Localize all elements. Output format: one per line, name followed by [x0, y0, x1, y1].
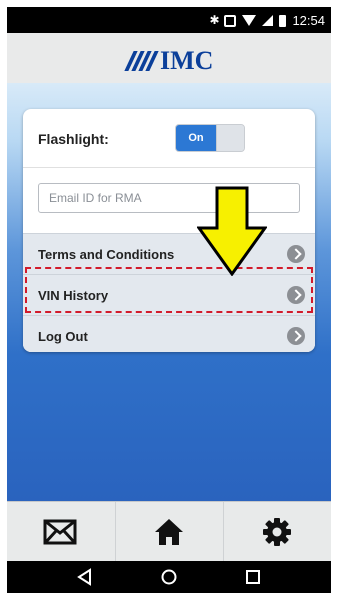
- status-bar: 12:54: [7, 7, 331, 33]
- chevron-right-icon: [287, 286, 305, 304]
- pointer-arrow-icon: [197, 186, 267, 276]
- toggle-on-label: On: [176, 125, 216, 151]
- flashlight-label: Flashlight:: [38, 131, 109, 147]
- wifi-icon: [242, 15, 257, 26]
- tab-mail[interactable]: [7, 502, 113, 562]
- flashlight-row: Flashlight: On: [23, 109, 315, 168]
- logo-text: IMC: [160, 46, 214, 75]
- recents-icon[interactable]: [243, 567, 263, 587]
- tab-settings[interactable]: [223, 502, 330, 562]
- home-nav-icon[interactable]: [159, 567, 179, 587]
- signal-icon: [262, 15, 274, 26]
- menu-item-vin-history[interactable]: VIN History: [23, 274, 315, 315]
- logo-stripes-icon: [124, 51, 159, 71]
- mail-icon: [43, 519, 77, 545]
- menu-item-label: Log Out: [38, 329, 88, 344]
- bluetooth-icon: [209, 13, 219, 27]
- phone-screen: 12:54 IMC Flashlight: On Terms and Condi…: [7, 7, 331, 593]
- menu-item-label: Terms and Conditions: [38, 247, 175, 262]
- tab-home[interactable]: [115, 502, 222, 562]
- menu-item-terms[interactable]: Terms and Conditions: [23, 233, 315, 274]
- home-icon: [155, 519, 183, 545]
- android-nav-bar: [7, 561, 331, 593]
- status-time: 12:54: [292, 13, 325, 28]
- chevron-right-icon: [287, 245, 305, 263]
- vibrate-icon: [224, 14, 237, 27]
- settings-card: Flashlight: On Terms and Conditions VIN …: [23, 109, 315, 352]
- battery-icon: [279, 14, 287, 27]
- menu-item-logout[interactable]: Log Out: [23, 315, 315, 352]
- main-content: Flashlight: On Terms and Conditions VIN …: [7, 83, 331, 501]
- email-field[interactable]: [39, 184, 315, 212]
- toggle-knob: [216, 125, 244, 151]
- imc-logo: IMC: [124, 46, 214, 76]
- flashlight-toggle[interactable]: On: [175, 124, 245, 152]
- back-icon[interactable]: [75, 567, 95, 587]
- gear-icon: [263, 518, 291, 546]
- app-header: IMC: [7, 33, 331, 83]
- settings-menu: Terms and Conditions VIN History Log Out: [23, 233, 315, 352]
- menu-item-label: VIN History: [38, 288, 109, 303]
- chevron-right-icon: [287, 327, 305, 345]
- bottom-tab-bar: [7, 501, 331, 562]
